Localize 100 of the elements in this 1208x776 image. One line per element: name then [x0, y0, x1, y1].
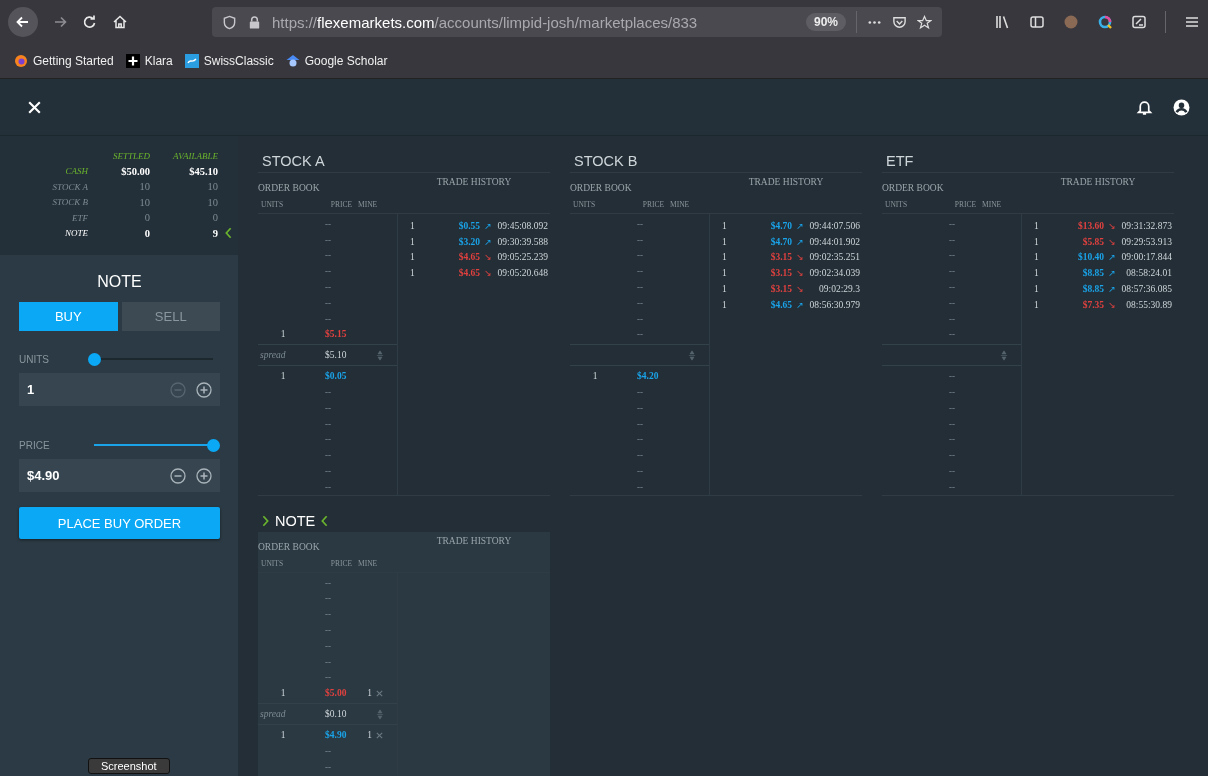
empty-price-dash: -- — [948, 466, 956, 477]
trade-units: 1 — [1034, 252, 1040, 263]
empty-price-dash: -- — [324, 466, 332, 477]
reload-icon[interactable] — [82, 14, 98, 30]
trend-arrow: ↘ — [796, 268, 804, 279]
empty-price-dash: -- — [324, 625, 332, 636]
empty-price-dash: -- — [948, 434, 956, 445]
field-label: UNITS — [19, 353, 50, 365]
trade-time: 08:56:30.979 — [808, 299, 861, 310]
empty-price-dash: -- — [948, 387, 956, 398]
mortarboard-icon — [285, 54, 300, 68]
url-text: https://flexemarkets.com/accounts/limpid-josh/marketplaces/833 — [272, 13, 699, 31]
trend-arrow: ↗ — [484, 236, 492, 247]
trade-time: 09:05:20.648 — [496, 268, 549, 279]
empty-price-dash: -- — [636, 402, 644, 413]
trend-arrow: ↘ — [1108, 220, 1116, 231]
pocket-icon[interactable] — [892, 14, 907, 30]
empty-price-dash: -- — [948, 371, 956, 382]
slider-thumb[interactable] — [87, 352, 101, 366]
trend-arrow: ↗ — [1108, 268, 1116, 279]
empty-price-dash: -- — [636, 466, 644, 477]
slider-thumb[interactable] — [206, 438, 220, 452]
forward-arrow-icon[interactable] — [52, 14, 68, 30]
settled-value: 0 — [143, 212, 150, 224]
back-button[interactable] — [8, 7, 38, 37]
trade-time: 08:58:24.01 — [1125, 268, 1173, 279]
bookmark-link[interactable]: Google Scholar — [285, 54, 388, 68]
plus-icon — [125, 54, 140, 68]
empty-price-dash: -- — [636, 234, 644, 245]
column-header: ORDER BOOK — [882, 183, 944, 193]
home-icon[interactable] — [112, 14, 128, 30]
column-header: SETTLED — [112, 150, 150, 161]
order-price: $4.20 — [636, 371, 660, 382]
column-header: TRADE HISTORY — [747, 177, 825, 187]
bell-icon[interactable] — [1136, 98, 1153, 116]
order-price: $4.90 — [324, 730, 348, 740]
empty-price-dash: -- — [324, 656, 332, 667]
number-input-field[interactable]: $4.90 — [19, 459, 220, 492]
trade-price: $8.85 — [1081, 284, 1104, 295]
order-price: $5.15 — [324, 329, 348, 340]
empty-price-dash: -- — [636, 450, 644, 461]
star-icon[interactable] — [917, 14, 932, 30]
trade-units: 1 — [722, 220, 728, 231]
column-header: ORDER BOOK — [258, 541, 320, 552]
chevron-right-icon[interactable] — [262, 514, 269, 527]
trend-arrow: ↗ — [796, 220, 804, 231]
cancel-icon[interactable] — [375, 730, 384, 740]
empty-price-dash: -- — [636, 218, 644, 229]
order-price: $5.00 — [324, 688, 348, 699]
trend-arrow: ↗ — [484, 220, 492, 231]
plus-circle-icon[interactable] — [196, 381, 212, 398]
settled-value: 0 — [143, 227, 150, 239]
trade-time: 08:55:30.89 — [1125, 299, 1173, 310]
column-header: AVAILABLE — [172, 150, 218, 161]
empty-price-dash: -- — [948, 450, 956, 461]
empty-price-dash: -- — [324, 234, 332, 245]
shield-icon[interactable] — [222, 14, 237, 30]
user-account-icon[interactable] — [1173, 98, 1190, 116]
spread-label: spread — [259, 350, 287, 361]
trade-time: 09:44:07.506 — [808, 220, 861, 231]
number-input-field[interactable]: 1 — [19, 373, 220, 406]
column-header: ORDER BOOK — [570, 183, 632, 193]
bookmark-link[interactable]: Klara — [125, 54, 173, 68]
chevron-left-icon[interactable] — [225, 227, 232, 240]
minus-circle-icon[interactable] — [170, 467, 186, 484]
available-value: 10 — [206, 181, 218, 193]
empty-price-dash: -- — [948, 282, 956, 293]
trend-arrow: ↗ — [1108, 284, 1116, 295]
empty-price-dash: -- — [324, 640, 332, 651]
trend-arrow: ↘ — [1108, 299, 1116, 310]
library-icon[interactable] — [995, 14, 1011, 30]
units-value: 1 — [279, 688, 287, 699]
chevron-left-icon[interactable] — [321, 514, 329, 527]
trend-arrow: ↘ — [484, 252, 492, 263]
screenshot-icon[interactable] — [1131, 14, 1147, 30]
menu-icon[interactable] — [1184, 14, 1200, 30]
settled-value: 10 — [138, 196, 150, 208]
empty-price-dash: -- — [324, 250, 332, 261]
trade-units: 1 — [1034, 284, 1040, 295]
sidebar-icon[interactable] — [1029, 14, 1045, 30]
address-bar[interactable]: https://flexemarkets.com/accounts/limpid-josh/marketplaces/833 90% — [212, 7, 942, 37]
empty-price-dash: -- — [948, 402, 956, 413]
bookmark-link[interactable]: SwissClassic — [184, 54, 274, 68]
bookmark-link[interactable]: Getting Started — [14, 54, 114, 68]
trade-price: $13.60 — [1076, 220, 1104, 231]
order-price: $0.05 — [324, 371, 348, 382]
empty-price-dash: -- — [324, 434, 332, 445]
cancel-icon[interactable] — [375, 688, 384, 698]
available-value: $45.10 — [188, 165, 218, 177]
empty-price-dash: -- — [324, 761, 332, 772]
empty-price-dash: -- — [636, 266, 644, 277]
settled-value: $50.00 — [120, 165, 150, 177]
ring-extension-icon[interactable] — [1097, 14, 1113, 30]
trade-price: $4.65 — [457, 268, 480, 279]
account-avatar-icon[interactable] — [1063, 14, 1079, 30]
trade-time: 08:57:36.085 — [1120, 284, 1173, 295]
zoom-level-badge[interactable]: 90% — [805, 13, 846, 31]
fox-globe-icon — [14, 54, 28, 68]
empty-price-dash: -- — [324, 313, 332, 324]
plus-circle-icon[interactable] — [196, 467, 212, 484]
